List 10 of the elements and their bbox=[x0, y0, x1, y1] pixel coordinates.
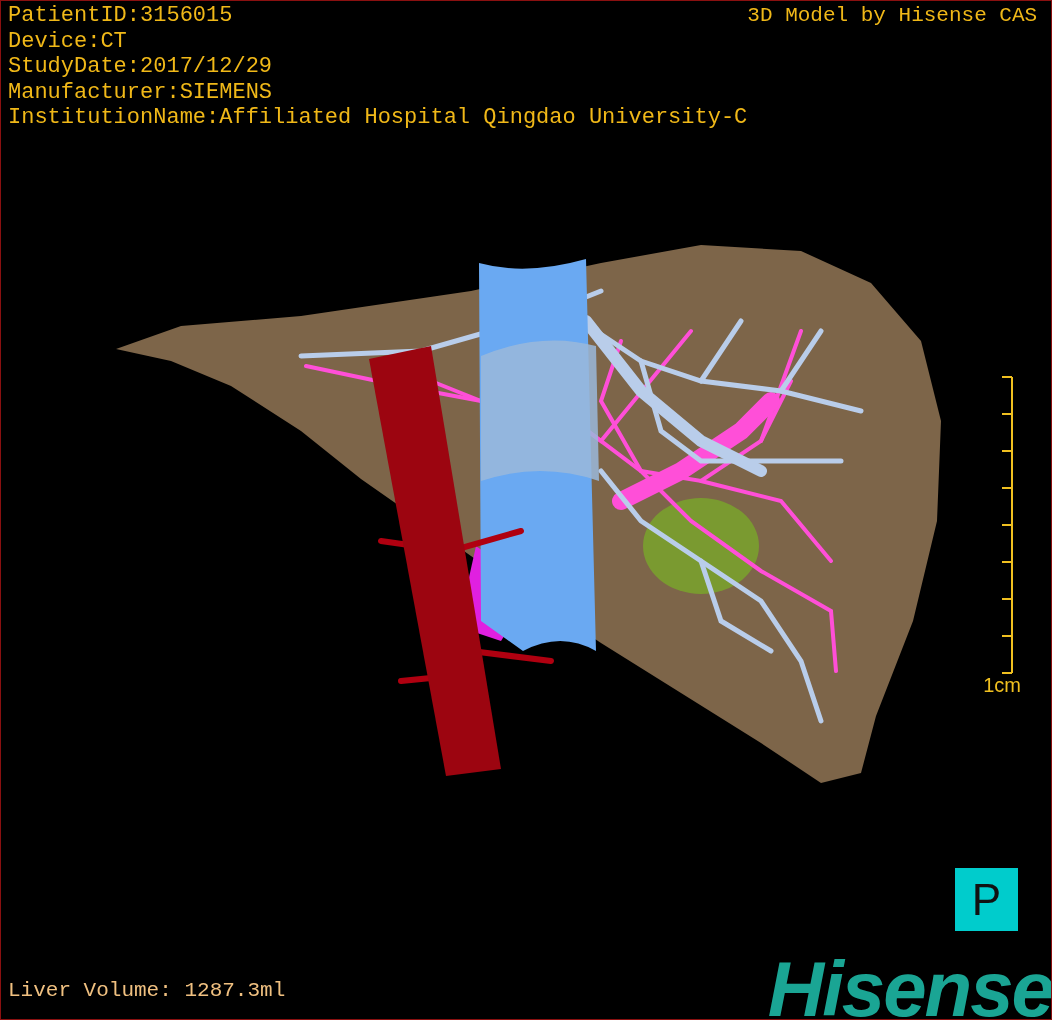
patient-info-text: Manufacturer:SIEMENS bbox=[8, 79, 274, 105]
patient-info-text: PatientID:3156015 bbox=[8, 3, 234, 29]
patient-info-text: InstitutionName:Affiliated Hospital Qingdao University-C bbox=[8, 105, 748, 131]
logo: Hisense bbox=[767, 953, 1051, 1019]
patient-info-text: Device:CT bbox=[8, 28, 128, 54]
orientation-badge: P bbox=[955, 868, 1018, 931]
patient-info-text: StudyDate:2017/12/29 bbox=[8, 54, 274, 80]
scale-label: 1cm bbox=[983, 673, 1021, 696]
liver-volume-text: Liver Volume: 1287.3ml bbox=[8, 979, 286, 1003]
credit-text: 3D Model by Hisense CAS bbox=[747, 3, 1038, 29]
